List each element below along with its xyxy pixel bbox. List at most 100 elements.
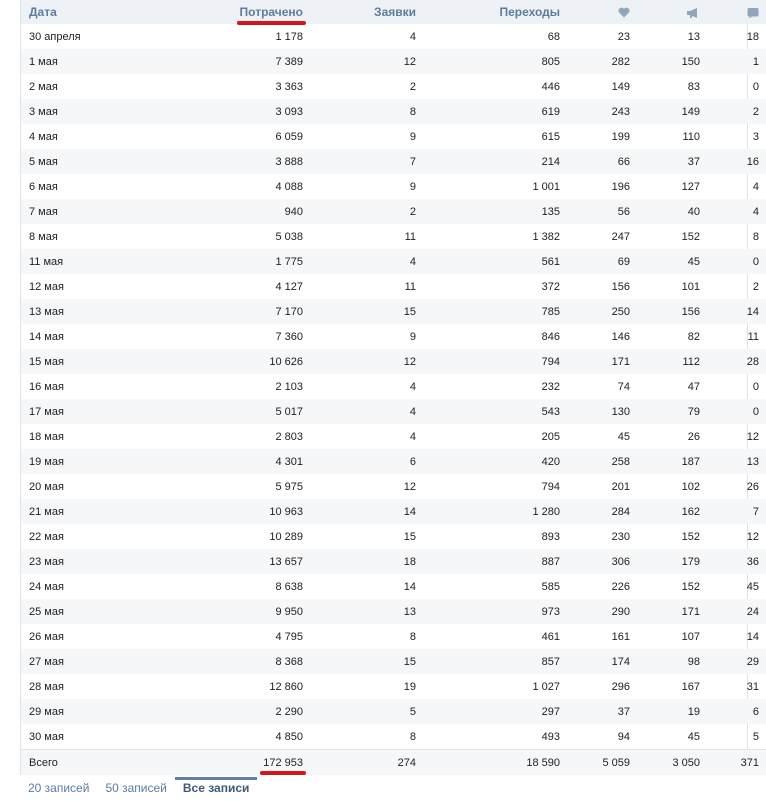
pager-tab-1[interactable]: 50 записей: [97, 777, 174, 800]
cell-requests: 8: [409, 730, 416, 743]
cell-date: 28 мая: [29, 680, 64, 693]
column-header-date[interactable]: Дата: [21, 0, 141, 24]
cell-clicks: 446: [541, 80, 560, 93]
cell-requests: 6: [311, 449, 424, 474]
cell-shares: 45: [687, 730, 700, 743]
highlight-underline-spent: [236, 21, 306, 25]
cell-spent: 10 626: [141, 349, 311, 374]
cell-clicks: 1 382: [532, 230, 560, 243]
cell-requests: 12: [403, 480, 416, 493]
cell-spent: 2 803: [275, 430, 303, 443]
cell-spent: 3 888: [141, 149, 311, 174]
cell-shares: 83: [687, 80, 700, 93]
cell-shares: 107: [681, 630, 700, 643]
cell-comments: 29: [708, 649, 766, 674]
table-row: 8 мая 5 038 11 1 382 247 152 8: [21, 224, 766, 249]
cell-date: 21 мая: [21, 499, 141, 524]
cell-spent: 13 657: [141, 549, 311, 574]
table-row: 14 мая 7 360 9 846 146 82 11: [21, 324, 766, 349]
cell-requests: 15: [311, 299, 424, 324]
cell-spent: 12 860: [269, 680, 303, 693]
column-header-spent[interactable]: Потрачено: [141, 0, 311, 25]
cell-date: 8 мая: [29, 230, 58, 243]
cell-clicks: 1 027: [532, 680, 560, 693]
cell-date: 24 мая: [29, 580, 64, 593]
column-header-comments[interactable]: [708, 0, 766, 24]
column-header-shares[interactable]: [638, 0, 708, 24]
cell-requests: 8: [409, 630, 416, 643]
cell-clicks: 973: [424, 599, 568, 624]
cell-shares: 98: [638, 649, 708, 674]
cell-shares: 156: [638, 299, 708, 324]
cell-likes: 306: [568, 549, 638, 574]
pager-tab-2[interactable]: Все записи: [174, 776, 258, 800]
cell-clicks: 857: [424, 649, 568, 674]
table-row: 1 мая 7 389 12 805 282 150 1: [21, 49, 766, 74]
cell-likes: 37: [568, 699, 638, 724]
cell-shares: 45: [638, 249, 708, 274]
cell-likes: 243: [568, 99, 638, 124]
cell-spent: 4 127: [275, 280, 303, 293]
table-row: 12 мая 4 127 11 372 156 101 2: [21, 274, 766, 299]
cell-requests: 11: [404, 280, 416, 293]
cell-likes: 130: [568, 399, 638, 424]
cell-shares: 162: [638, 499, 708, 524]
cell-likes: 201: [611, 480, 630, 493]
cell-spent: 4 301: [141, 449, 311, 474]
table-row: 11 мая 1 775 4 561 69 45 0: [21, 249, 766, 274]
cell-date: 26 мая: [29, 630, 64, 643]
cell-comments: 36: [708, 549, 766, 574]
cell-shares: 37: [638, 149, 708, 174]
cell-clicks: 615: [541, 130, 560, 143]
cell-clicks: 493: [541, 730, 560, 743]
cell-comments: 5: [752, 730, 759, 743]
cell-shares: 171: [638, 599, 708, 624]
table-row: 25 мая 9 950 13 973 290 171 24: [21, 599, 766, 624]
cell-clicks: 805: [424, 49, 568, 74]
pager-tab-0[interactable]: 20 записей: [20, 777, 97, 800]
cell-date: 1 мая: [21, 49, 141, 74]
cell-date: 14 мая: [29, 330, 64, 343]
cell-shares: 82: [687, 330, 700, 343]
heart-icon: [618, 7, 630, 18]
cell-likes: 74: [617, 380, 630, 393]
column-header-spent-label: Потрачено: [239, 5, 303, 19]
column-header-requests[interactable]: Заявки: [311, 0, 424, 24]
cell-date: 13 мая: [21, 299, 141, 324]
cell-comments: 1: [708, 49, 766, 74]
cell-likes: 146: [611, 330, 630, 343]
cell-spent: 10 289: [269, 530, 303, 543]
cell-shares: 152: [681, 580, 700, 593]
stats-table: Дата Потрачено Заявки Переходы 30 апреля…: [21, 0, 766, 775]
cell-comments: 14: [746, 630, 759, 643]
table-row: 13 мая 7 170 15 785 250 156 14: [21, 299, 766, 324]
cell-spent: 9 950: [141, 599, 311, 624]
table-row: 4 мая 6 059 9 615 199 110 3: [21, 124, 766, 149]
cell-comments: 7: [708, 499, 766, 524]
cell-requests: 19: [403, 680, 416, 693]
cell-clicks: 543: [424, 399, 568, 424]
totals-row: Всего 172 953 274 18 590 5 059 3 050 371: [21, 749, 766, 775]
cell-spent: 1 178: [275, 30, 303, 43]
cell-clicks: 794: [541, 480, 560, 493]
column-header-clicks[interactable]: Переходы: [424, 0, 568, 24]
cell-clicks: 561: [424, 249, 568, 274]
cell-spent: 10 963: [141, 499, 311, 524]
cell-likes: 149: [611, 80, 630, 93]
cell-date: 7 мая: [21, 199, 141, 224]
cell-clicks: 585: [541, 580, 560, 593]
cell-comments: 8: [752, 230, 759, 243]
cell-clicks: 461: [541, 630, 560, 643]
cell-requests: 5: [311, 699, 424, 724]
cell-shares: 152: [681, 230, 700, 243]
cell-date: 18 мая: [29, 430, 64, 443]
cell-comments: 28: [708, 349, 766, 374]
table-row: 28 мая 12 860 19 1 027 296 167 31: [21, 674, 766, 699]
column-header-likes[interactable]: [568, 0, 638, 24]
table-row: 15 мая 10 626 12 794 171 112 28: [21, 349, 766, 374]
cell-spent: 8 638: [275, 580, 303, 593]
table-header-row: Дата Потрачено Заявки Переходы: [21, 0, 766, 25]
cell-date: 15 мая: [21, 349, 141, 374]
cell-likes: 161: [611, 630, 630, 643]
table-row: 17 мая 5 017 4 543 130 79 0: [21, 399, 766, 424]
